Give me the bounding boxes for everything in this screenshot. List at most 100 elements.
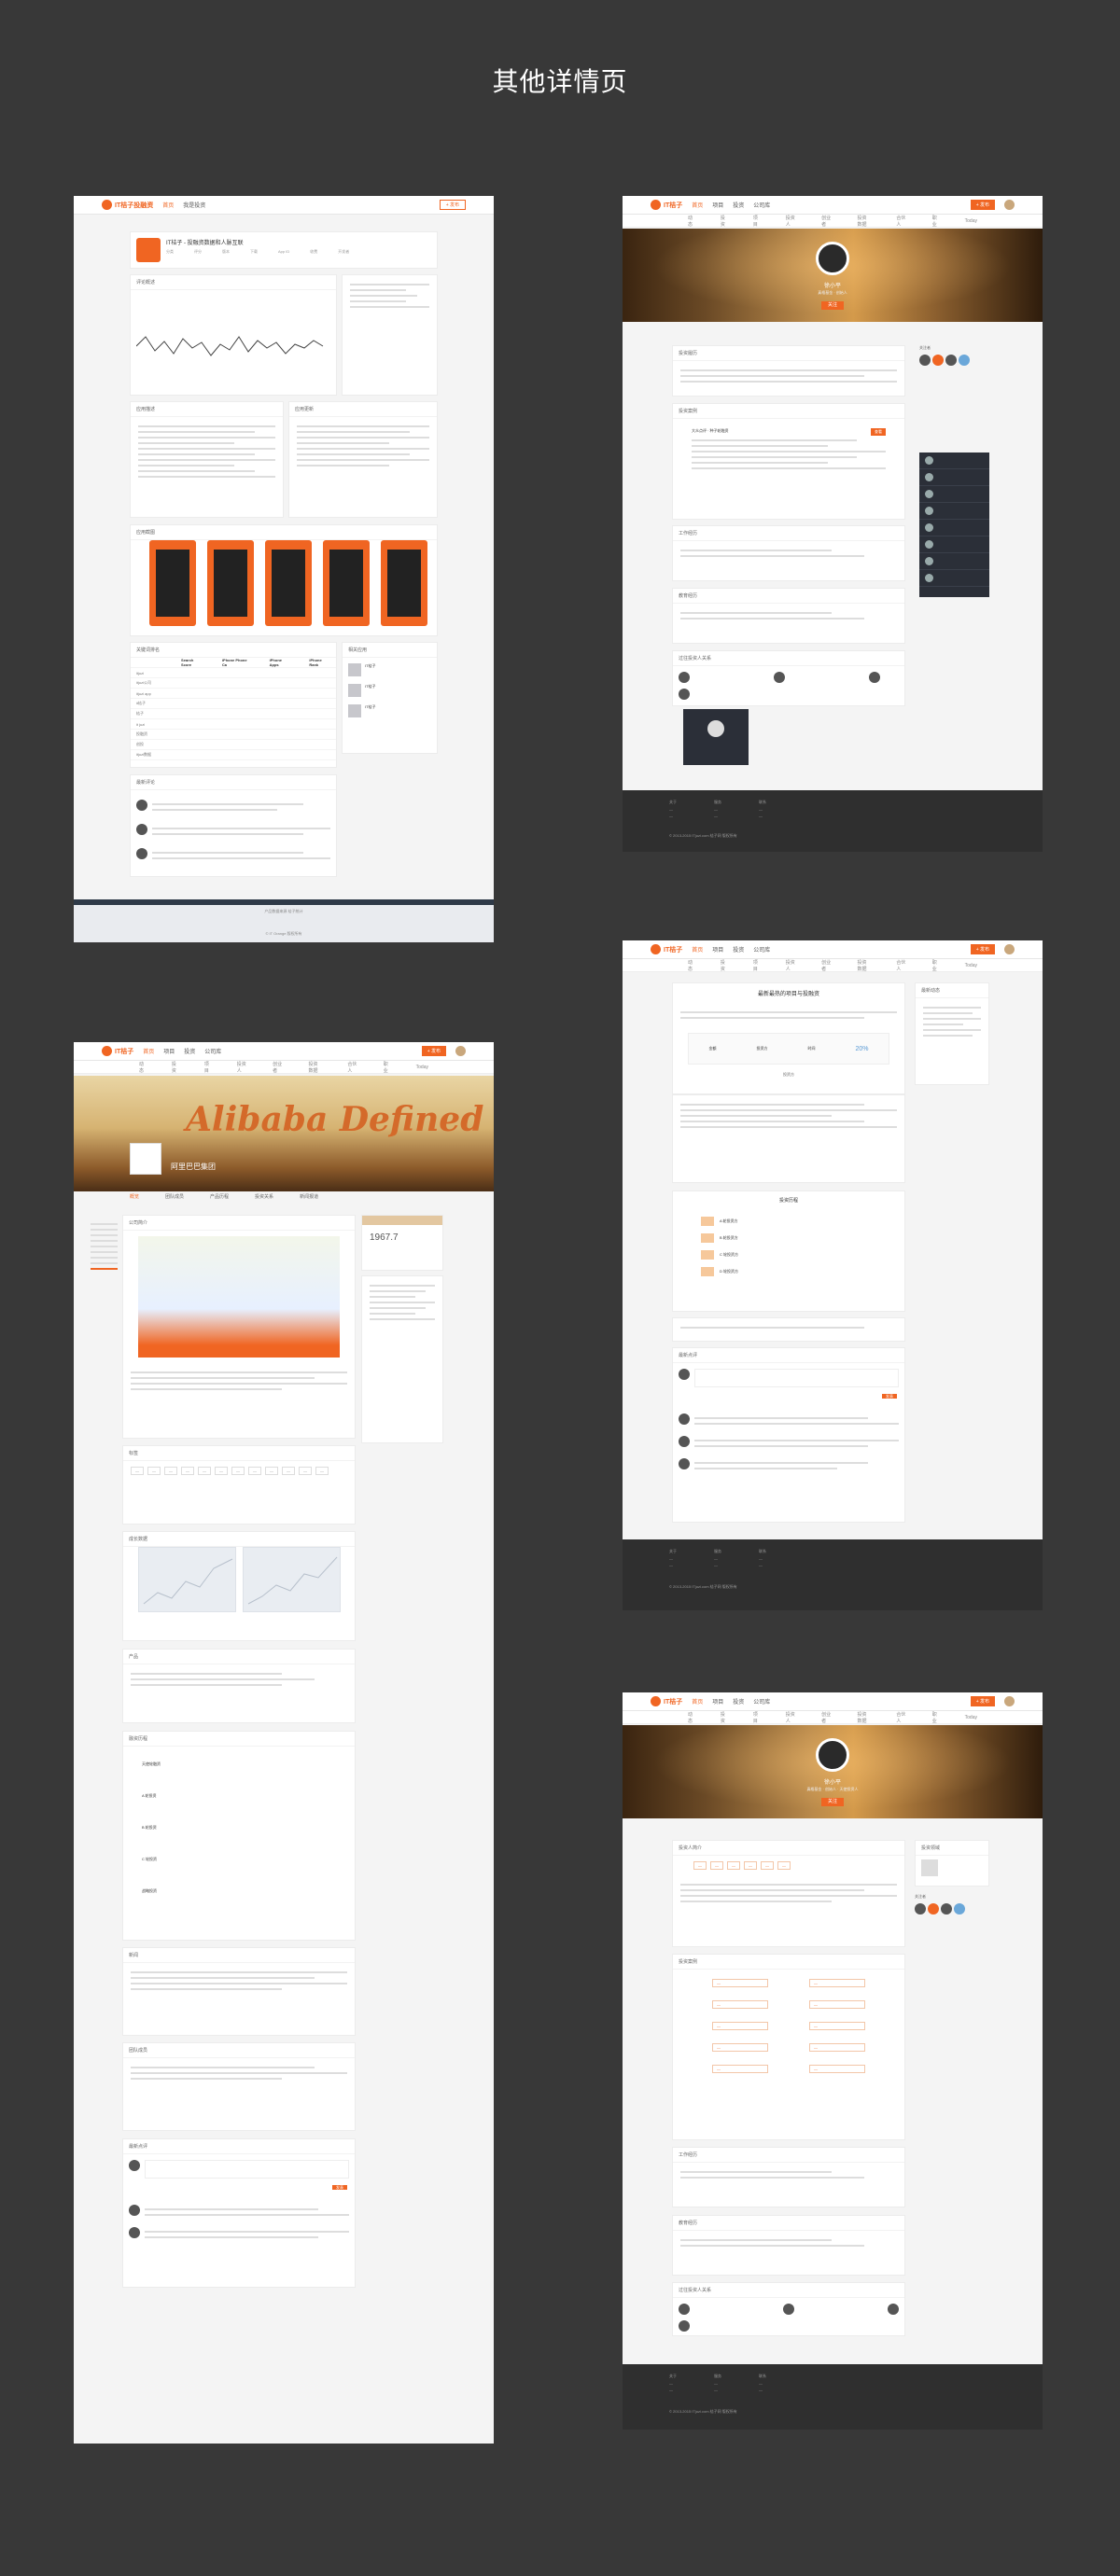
nav-item[interactable]: 公司库 <box>753 201 770 209</box>
publish-button[interactable]: + 发布 <box>970 944 995 954</box>
tab[interactable]: 产品历程 <box>210 1193 229 1200</box>
logo[interactable]: IT桔子 <box>102 1046 133 1056</box>
app-screenshot[interactable] <box>207 540 254 626</box>
profile-avatar <box>816 1738 849 1772</box>
nav-item[interactable]: 项目 <box>712 945 723 954</box>
tab[interactable]: 动态 <box>688 215 694 228</box>
tab[interactable]: 新闻报道 <box>300 1193 318 1200</box>
tab[interactable]: 团队成员 <box>165 1193 184 1200</box>
comments-card: 最新评论 <box>130 774 337 877</box>
relations-card: 过往投资人关系 <box>672 2282 905 2336</box>
app-screenshot[interactable] <box>323 540 370 626</box>
publish-button[interactable]: + 发布 <box>439 200 466 210</box>
user-name: 徐小平 <box>823 1780 841 1786</box>
nav-item[interactable]: 首页 <box>143 1047 154 1055</box>
tab[interactable]: 投资 <box>721 215 727 228</box>
table-row: it juzi <box>131 719 336 730</box>
investments-card: 投资案例 大众点评 · 种子轮融资 查看 <box>672 403 905 520</box>
profile-popup <box>683 709 749 765</box>
app-screenshot[interactable] <box>265 540 312 626</box>
nav-item[interactable]: 首页 <box>692 1697 703 1706</box>
nav-item[interactable]: 项目 <box>712 201 723 209</box>
nav-item[interactable]: 项目 <box>163 1047 175 1055</box>
nav-item[interactable]: 首页 <box>162 201 174 209</box>
project-title: 最新最热的项目与投融资 <box>757 992 819 997</box>
nav-item[interactable]: 项目 <box>712 1697 723 1706</box>
submit-comment-button[interactable]: 发表 <box>882 1394 897 1399</box>
app-screenshot[interactable] <box>149 540 196 626</box>
nav-item[interactable]: 公司库 <box>753 945 770 954</box>
nav-item[interactable]: 投资 <box>184 1047 195 1055</box>
funding-event[interactable]: B 轮投资 <box>142 1825 336 1831</box>
profile-banner: 徐小平 真格基金 · 创始人 · 天使投资人 关注 <box>623 1725 1043 1818</box>
keyword-cell: 创投 <box>136 742 144 746</box>
tab[interactable]: 投资关系 <box>255 1193 273 1200</box>
publish-button[interactable]: + 发布 <box>970 1696 995 1706</box>
user-avatar[interactable] <box>1004 944 1015 954</box>
funding-event[interactable]: A 轮投资 <box>142 1793 336 1799</box>
nav-item[interactable]: 我是投资 <box>183 201 205 209</box>
nav-item[interactable]: 首页 <box>692 201 703 209</box>
nav-item[interactable]: 公司库 <box>204 1047 221 1055</box>
section-title: 应用更新 <box>289 402 437 417</box>
keyword-cell: itjuzi app <box>136 690 151 696</box>
follow-button[interactable]: 关注 <box>821 301 844 310</box>
share-value: 20% <box>855 1045 869 1052</box>
growth-chart <box>243 1547 341 1612</box>
nav-item[interactable]: 公司库 <box>753 1697 770 1706</box>
tab[interactable]: Today <box>965 218 977 224</box>
panel-investor-profile: IT桔子 首页 项目 投资 公司库 + 发布 动态 投资 项目 投资人 创业者 投资数据合… <box>623 1692 1043 2430</box>
submit-comment-button[interactable]: 发表 <box>332 2185 347 2190</box>
user-avatar[interactable] <box>455 1046 466 1056</box>
logo[interactable]: IT桔子 <box>651 200 682 210</box>
publish-button[interactable]: + 发布 <box>970 200 995 210</box>
keyword-cell: itjuzi数据 <box>136 752 152 757</box>
related-app[interactable]: IT桔子 <box>348 704 431 717</box>
view-button[interactable]: 查看 <box>871 428 886 436</box>
tab[interactable]: 项目 <box>753 215 760 228</box>
app-screenshot[interactable] <box>381 540 427 626</box>
nav-item[interactable]: 投资 <box>733 1697 744 1706</box>
tab[interactable]: 职业 <box>932 215 939 228</box>
user-avatar[interactable] <box>1004 1696 1015 1706</box>
footer-copyright: © IT Orange 版权所有 <box>265 931 302 936</box>
orange-logo-icon <box>102 1046 112 1056</box>
logo[interactable]: IT桔子投融资 <box>102 200 153 210</box>
nav-item[interactable]: 首页 <box>692 945 703 954</box>
page-title: 其他详情页 <box>492 66 628 97</box>
top-nav: IT桔子 首页 项目 投资 公司库 + 发布 <box>74 1042 494 1061</box>
tab[interactable]: 投资人 <box>786 215 795 228</box>
bio-card: 投资人简介 — — — — — — <box>672 1840 905 1947</box>
funding-event[interactable]: 天使轮融资 <box>142 1761 336 1767</box>
relations-card: 过往投资人关系 <box>672 650 905 706</box>
logo[interactable]: IT桔子 <box>651 944 682 954</box>
intro-image <box>138 1236 340 1358</box>
nav-item[interactable]: 投资 <box>733 945 744 954</box>
tab[interactable]: 创业者 <box>821 215 831 228</box>
publish-button[interactable]: + 发布 <box>421 1046 446 1056</box>
section-title: 最新评论 <box>131 775 336 790</box>
logo[interactable]: IT桔子 <box>651 1696 682 1706</box>
investment-item[interactable]: 大众点评 · 种子轮融资 <box>692 428 729 436</box>
funding-event[interactable]: C 轮投资 <box>142 1857 336 1862</box>
project-header-card: 最新最热的项目与投融资 金额 投资方 时间 20% 投资方 <box>672 982 905 1094</box>
tab[interactable]: 概览 <box>130 1193 139 1200</box>
panel-investor-detail: IT桔子 首页 项目 投资 公司库 + 发布 动态 投资 项目 投资人 创业者 投资数据合… <box>623 196 1043 852</box>
related-app[interactable]: IT桔子 <box>348 684 431 697</box>
keyword-cell: it juzi <box>136 721 146 727</box>
follow-button[interactable]: 关注 <box>821 1798 844 1806</box>
tab[interactable]: 合伙人 <box>896 215 905 228</box>
investments-card: 投资案例 — — — — — — — — — — <box>672 1954 905 2140</box>
funding-event[interactable]: 战略投资 <box>142 1888 336 1894</box>
table-row: 投融资 <box>131 730 336 740</box>
table-row: itjuzi数据 <box>131 750 336 760</box>
nav-item[interactable]: 投资 <box>733 201 744 209</box>
orange-logo-icon <box>102 200 112 210</box>
section-title: 应用截图 <box>131 525 437 540</box>
user-avatar[interactable] <box>1004 200 1015 210</box>
sub-nav: 动态 投资 项目 投资人 创业者 投资数据 合伙人 职业 Today <box>623 1711 1043 1724</box>
related-app[interactable]: IT桔子 <box>348 663 431 676</box>
tab[interactable]: 投资数据 <box>858 215 871 228</box>
site-footer: 关于 — — 服务 — — 联系 — — © 2013-2015 ITjuzi.com 桔子网 … <box>623 2364 1043 2430</box>
followers-dropdown <box>919 453 989 597</box>
